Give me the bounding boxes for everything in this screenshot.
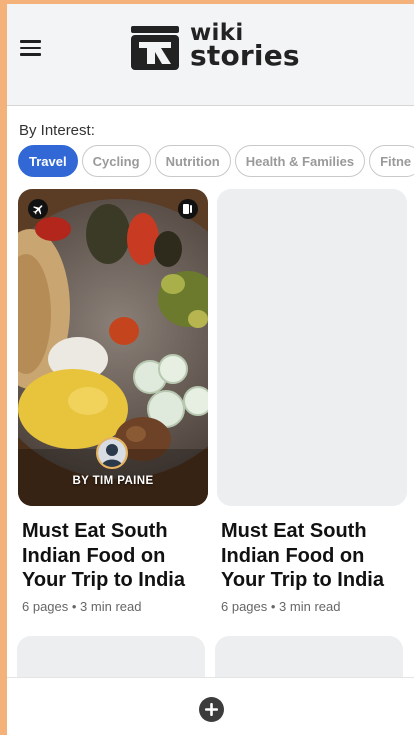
story-meta: 6 pages • 3 min read bbox=[22, 599, 142, 614]
logo-line-2: stories bbox=[190, 39, 300, 72]
story-thumbnail[interactable]: BY TIM PAINE bbox=[18, 189, 208, 506]
story-meta: 6 pages • 3 min read bbox=[221, 599, 341, 614]
menu-icon[interactable] bbox=[20, 40, 41, 56]
airplane-icon bbox=[28, 199, 48, 219]
app-frame: wiki stories By Interest: Travel Cycling N… bbox=[7, 4, 414, 735]
wikistories-logo[interactable]: wiki stories bbox=[131, 21, 301, 74]
chip-nutrition[interactable]: Nutrition bbox=[154, 145, 231, 177]
bottom-bar bbox=[7, 677, 414, 735]
story-pages-icon bbox=[178, 199, 198, 219]
logo-wordmark: wiki stories bbox=[190, 21, 300, 72]
author-avatar bbox=[96, 437, 128, 469]
story-title[interactable]: Must Eat South Indian Food on Your Trip … bbox=[221, 519, 406, 593]
story-title[interactable]: Must Eat South Indian Food on Your Trip … bbox=[22, 519, 207, 593]
chip-health-families[interactable]: Health & Families bbox=[234, 145, 366, 177]
logo-mark-icon bbox=[131, 26, 179, 70]
filter-label: By Interest: bbox=[19, 122, 95, 139]
header: wiki stories bbox=[7, 4, 414, 106]
story-thumbnail-placeholder[interactable] bbox=[217, 189, 407, 506]
chip-travel[interactable]: Travel bbox=[18, 145, 78, 177]
interest-chips: Travel Cycling Nutrition Health & Families F… bbox=[18, 145, 414, 181]
plus-circle-icon[interactable] bbox=[199, 697, 224, 722]
chip-fitness[interactable]: Fitne bbox=[369, 145, 414, 177]
story-byline: BY TIM PAINE bbox=[72, 475, 154, 487]
chip-cycling[interactable]: Cycling bbox=[81, 145, 151, 177]
